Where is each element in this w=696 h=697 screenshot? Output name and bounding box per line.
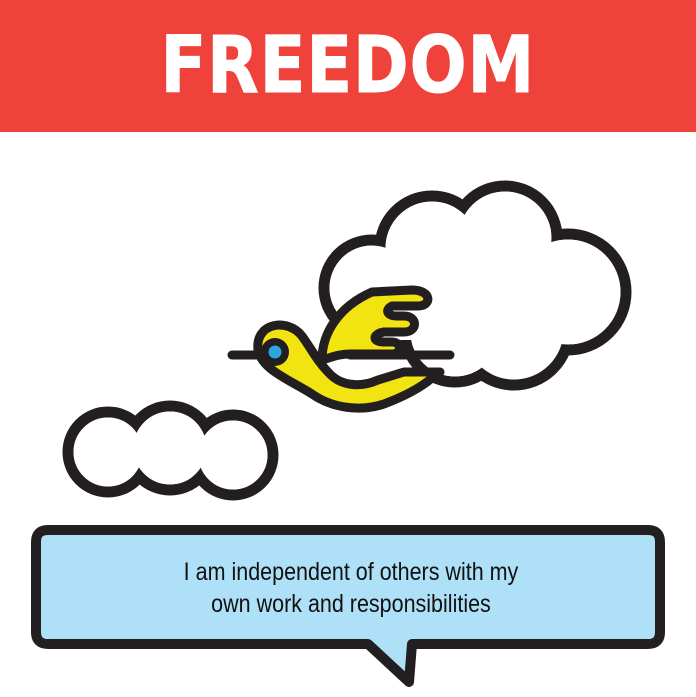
- caption-line-1: I am independent of others with my: [183, 558, 519, 586]
- small-cloud-icon: [62, 400, 279, 501]
- caption-line-2: own work and responsibilities: [211, 590, 491, 618]
- caption-text: I am independent of others with my own w…: [90, 548, 611, 628]
